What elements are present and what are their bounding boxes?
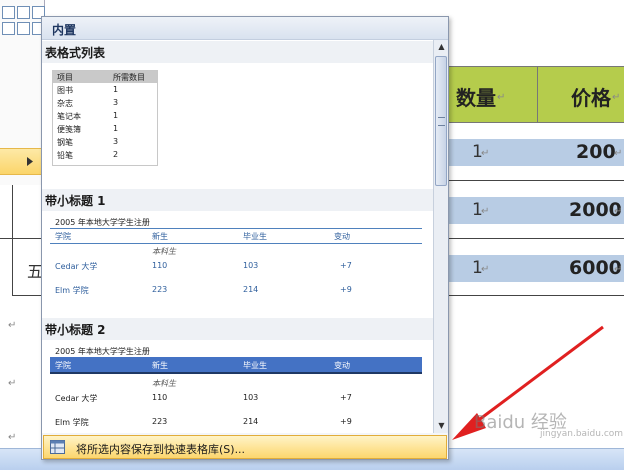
preview-caption: 2005 年本地大学学生注册 [55, 218, 150, 227]
preview-cell: 103 [243, 393, 259, 402]
preview-subheading: 本科生 [152, 379, 176, 388]
preview-col: 变动 [334, 361, 350, 370]
gallery-header: 内置 [42, 17, 448, 40]
preview-cell: 铅笔 [57, 151, 73, 160]
preview-cell: 223 [152, 417, 168, 426]
section-title: 表格式列表 [42, 41, 433, 63]
table-left-border [12, 180, 13, 295]
gallery-item-tabular-list[interactable]: 项目 所需数目 图书 1 杂志 3 笔记本 1 便笺簿 1 钢笔 3 铅笔 2 [42, 63, 433, 188]
preview-rule [50, 228, 422, 229]
cell-end-mark: ↵ [614, 264, 623, 275]
gallery-item-subheading-1[interactable]: 2005 年本地大学学生注册 学院 新生 毕业生 变动 本科生 Cedar 大学… [50, 214, 426, 314]
preview-cell: +9 [340, 417, 352, 426]
preview-cell: 笔记本 [57, 112, 81, 121]
cell-end-mark: ↵ [614, 206, 623, 217]
gallery-item-subheading-2[interactable]: 2005 年本地大学学生注册 学院 新生 毕业生 变动 本科生 Cedar 大学… [50, 344, 426, 433]
gallery-scrollbar[interactable]: ▲ ▼ [433, 40, 448, 433]
preview-cell: +9 [340, 285, 352, 294]
preview-col: 新生 [152, 232, 168, 241]
table-grid-cell[interactable] [2, 6, 15, 19]
scroll-down-button[interactable]: ▼ [434, 419, 448, 433]
preview-cell: 110 [152, 393, 168, 402]
section-title-text: 表格式列表 [45, 46, 106, 60]
preview-col: 新生 [152, 361, 168, 370]
section-title: 带小标题 2 [42, 318, 433, 340]
preview-cell: 2 [113, 150, 119, 159]
gallery-list[interactable]: 表格式列表 项目 所需数目 图书 1 杂志 3 笔记本 1 便笺簿 1 钢笔 3… [42, 40, 433, 433]
price-header: 价格 [571, 86, 611, 110]
preview-cell: 214 [243, 285, 259, 294]
preview-cell: 杂志 [57, 99, 73, 108]
scroll-grip-icon [438, 117, 445, 126]
quick-tables-menu-item[interactable] [0, 148, 44, 175]
preview-cell: 223 [152, 285, 168, 294]
preview-cell: 1 [113, 111, 119, 120]
cell-end-mark: ↵ [481, 148, 490, 159]
preview-cell: 钢笔 [57, 138, 73, 147]
preview-cell: 103 [243, 261, 259, 270]
preview-cell: 3 [113, 98, 119, 107]
cell-end-mark: ↵ [497, 92, 506, 103]
preview-subheading: 本科生 [152, 247, 176, 256]
preview-col: 毕业生 [243, 361, 267, 370]
gallery-category-label: 内置 [52, 23, 77, 37]
preview-rule [50, 243, 422, 244]
quantity-header: 数量 [456, 86, 496, 110]
preview-cell: 214 [243, 417, 259, 426]
scroll-up-button[interactable]: ▲ [434, 40, 448, 54]
preview-cell: 1 [113, 85, 119, 94]
preview-cell: 图书 [57, 86, 73, 95]
preview-cell: 便笺簿 [57, 125, 81, 134]
paragraph-mark: ↵ [8, 378, 17, 389]
list-preview: 项目 所需数目 图书 1 杂志 3 笔记本 1 便笺簿 1 钢笔 3 铅笔 2 [52, 70, 158, 166]
table-grid-cell[interactable] [17, 22, 30, 35]
save-selection-to-quick-tables-button[interactable]: 将所选内容保存到快速表格库(S)... [43, 435, 447, 459]
cell-end-mark: ↵ [612, 92, 621, 103]
cell-end-mark: ↵ [481, 206, 490, 217]
preview-col: 项目 [57, 73, 73, 82]
submenu-arrow-icon [27, 157, 33, 166]
preview-cell: +7 [340, 393, 352, 402]
column-divider [537, 66, 538, 123]
preview-col: 学院 [55, 232, 71, 241]
preview-cell: 110 [152, 261, 168, 270]
baidu-watermark-url: jingyan.baidu.com [540, 429, 624, 439]
paragraph-mark: ↵ [8, 320, 17, 331]
preview-cell: +7 [340, 261, 352, 270]
preview-cell: Cedar 大学 [55, 262, 98, 271]
preview-caption: 2005 年本地大学学生注册 [55, 347, 150, 356]
section-title-text: 带小标题 1 [45, 194, 106, 208]
quick-tables-gallery: 内置 表格式列表 项目 所需数目 图书 1 杂志 3 笔记本 1 便笺簿 1 钢… [41, 16, 449, 460]
preview-col: 毕业生 [243, 232, 267, 241]
paragraph-mark: ↵ [8, 432, 17, 443]
preview-cell: Elm 学院 [55, 418, 89, 427]
save-action-label: 将所选内容保存到快速表格库(S)... [76, 443, 246, 456]
cell-end-mark: ↵ [481, 264, 490, 275]
preview-header-row [50, 357, 422, 374]
preview-cell: 3 [113, 137, 119, 146]
price-cell: 200 [576, 141, 616, 163]
cell-end-mark: ↵ [614, 148, 623, 159]
scroll-thumb[interactable] [435, 56, 447, 186]
preview-col: 所需数目 [113, 73, 145, 82]
table-grid-cell[interactable] [17, 6, 30, 19]
preview-cell: 1 [113, 124, 119, 133]
section-title: 带小标题 1 [42, 189, 433, 211]
preview-col: 变动 [334, 232, 350, 241]
section-title-text: 带小标题 2 [45, 323, 106, 337]
save-to-gallery-icon [50, 440, 65, 454]
preview-cell: Cedar 大学 [55, 394, 98, 403]
preview-cell: Elm 学院 [55, 286, 89, 295]
preview-col: 学院 [55, 361, 71, 370]
table-grid-cell[interactable] [2, 22, 15, 35]
